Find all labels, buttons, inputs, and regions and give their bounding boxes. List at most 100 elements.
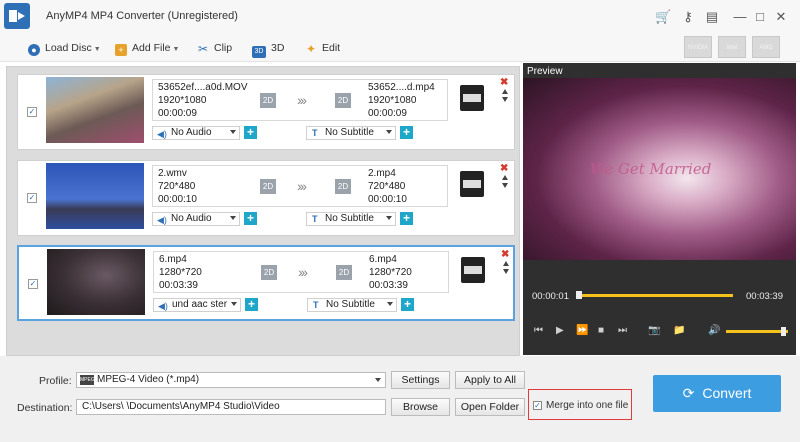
add-audio-button[interactable]: + (244, 212, 257, 225)
output-2d-badge: 2D (336, 265, 352, 280)
chevron-down-icon (375, 378, 381, 382)
destination-label: Destination: (17, 402, 73, 414)
merge-checkbox[interactable]: ✓ (533, 401, 542, 410)
cart-icon[interactable]: 🛒 (655, 9, 671, 25)
preview-label: Preview (527, 66, 563, 77)
convert-button[interactable]: ⟳ Convert (653, 375, 781, 412)
subtitle-select[interactable]: T No Subtitle (306, 212, 396, 226)
move-down-icon[interactable] (503, 269, 509, 274)
volume-icon[interactable]: 🔊 (708, 325, 720, 336)
scissors-icon: ✂ (197, 42, 209, 56)
video-thumbnail[interactable] (47, 249, 145, 315)
output-2d-badge: 2D (335, 93, 351, 108)
add-subtitle-button[interactable]: + (400, 212, 413, 225)
add-audio-button[interactable]: + (244, 126, 257, 139)
file-list: ✓ 53652ef....a0d.MOV 1920*1080 00:00:09 … (6, 66, 520, 356)
move-up-icon[interactable] (502, 89, 508, 94)
video-thumbnail[interactable] (46, 163, 144, 229)
mpeg-format-icon[interactable] (460, 171, 484, 197)
source-filename: 53652ef....a0d.MOV (158, 82, 248, 93)
amd-acceleration-icon[interactable]: AMD (752, 36, 780, 58)
chevron-down-icon (230, 130, 236, 134)
browse-button[interactable]: Browse (391, 398, 450, 416)
settings-button[interactable]: Settings (391, 371, 450, 389)
file-checkbox[interactable]: ✓ (27, 193, 37, 203)
move-down-icon[interactable] (502, 183, 508, 188)
add-audio-button[interactable]: + (245, 298, 258, 311)
file-info: 6.mp4 1280*720 00:03:39 2D ››› 2D 6.mp4 … (153, 251, 449, 293)
feedback-icon[interactable]: ▤ (704, 9, 720, 25)
convert-arrow-icon: ››› (298, 264, 308, 280)
output-filename[interactable]: 2.mp4 (368, 168, 396, 179)
file-info: 53652ef....a0d.MOV 1920*1080 00:00:09 2D… (152, 79, 448, 121)
video-thumbnail[interactable] (46, 77, 144, 143)
remove-icon[interactable]: ✖ (500, 77, 508, 88)
total-time: 00:03:39 (746, 291, 783, 302)
speaker-icon: ◀) (158, 301, 168, 311)
seek-handle[interactable] (576, 291, 582, 299)
chevron-down-icon (231, 302, 237, 306)
close-button[interactable]: ✕ (773, 9, 789, 25)
profile-select[interactable]: MPEG MPEG-4 Video (*.mp4) (76, 372, 386, 388)
stop-icon[interactable]: ■ (598, 325, 604, 336)
source-duration: 00:00:09 (158, 108, 197, 119)
maximize-button[interactable]: □ (752, 9, 768, 25)
mpeg-format-icon[interactable] (460, 85, 484, 111)
output-filename[interactable]: 6.mp4 (369, 254, 397, 265)
mpeg-format-icon: MPEG (80, 375, 95, 385)
open-folder-button[interactable]: Open Folder (455, 398, 525, 416)
add-subtitle-button[interactable]: + (401, 298, 414, 311)
subtitle-select[interactable]: T No Subtitle (307, 298, 397, 312)
source-2d-badge: 2D (260, 179, 276, 194)
3d-button[interactable]: 3D 3D (252, 40, 284, 58)
load-disc-button[interactable]: ● Load Disc ▼ (28, 40, 101, 56)
speaker-icon: ◀) (157, 215, 167, 225)
subtitle-select[interactable]: T No Subtitle (306, 126, 396, 140)
output-resolution: 720*480 (368, 181, 406, 192)
source-2d-badge: 2D (261, 265, 277, 280)
clip-button[interactable]: ✂ Clip (197, 40, 232, 56)
intel-acceleration-icon[interactable]: intel (718, 36, 746, 58)
audio-track-select[interactable]: ◀) und aac ster (153, 298, 241, 312)
remove-icon[interactable]: ✖ (500, 163, 508, 174)
source-duration: 00:03:39 (159, 280, 198, 291)
nvidia-acceleration-icon[interactable]: NVIDIA (684, 36, 712, 58)
window-title: AnyMP4 MP4 Converter (Unregistered) (46, 10, 238, 22)
volume-handle[interactable] (781, 327, 786, 336)
output-filename[interactable]: 53652....d.mp4 (368, 82, 435, 93)
speaker-icon: ◀) (157, 129, 167, 139)
remove-icon[interactable]: ✖ (501, 249, 509, 260)
file-item[interactable]: ✓ 2.wmv 720*480 00:00:10 2D ››› 2D 2.mp4… (17, 160, 515, 236)
file-checkbox[interactable]: ✓ (27, 107, 37, 117)
file-item-selected[interactable]: ✓ 6.mp4 1280*720 00:03:39 2D ››› 2D 6.mp… (17, 245, 515, 321)
merge-label: Merge into one file (546, 400, 629, 411)
minimize-button[interactable]: — (732, 9, 748, 25)
file-item[interactable]: ✓ 53652ef....a0d.MOV 1920*1080 00:00:09 … (17, 74, 515, 150)
skip-end-icon[interactable]: ⏭ (618, 325, 627, 336)
app-logo-icon (4, 3, 30, 29)
destination-input[interactable]: C:\Users\ \Documents\AnyMP4 Studio\Video (76, 399, 386, 415)
fast-forward-icon[interactable]: ⏩ (576, 325, 588, 336)
apply-to-all-button[interactable]: Apply to All (455, 371, 525, 389)
add-file-button[interactable]: + Add File ▼ (115, 40, 179, 56)
seek-bar[interactable] (577, 294, 733, 297)
skip-back-icon[interactable]: ⏮ (534, 325, 543, 336)
add-subtitle-button[interactable]: + (400, 126, 413, 139)
volume-slider[interactable] (726, 330, 788, 333)
source-filename: 2.wmv (158, 168, 187, 179)
text-icon: T (312, 214, 318, 224)
snapshot-camera-icon[interactable]: 📷 (648, 325, 660, 336)
edit-button[interactable]: ✦ Edit (305, 40, 340, 56)
audio-track-select[interactable]: ◀) No Audio (152, 126, 240, 140)
play-icon[interactable]: ▶ (556, 325, 564, 336)
move-up-icon[interactable] (502, 175, 508, 180)
key-icon[interactable]: ⚷ (680, 9, 696, 25)
audio-track-select[interactable]: ◀) No Audio (152, 212, 240, 226)
move-up-icon[interactable] (503, 261, 509, 266)
file-checkbox[interactable]: ✓ (28, 279, 38, 289)
add-file-icon: + (115, 44, 127, 56)
mpeg-format-icon[interactable] (461, 257, 485, 283)
move-down-icon[interactable] (502, 97, 508, 102)
text-icon: T (313, 300, 319, 310)
folder-icon[interactable]: 📁 (673, 325, 685, 336)
